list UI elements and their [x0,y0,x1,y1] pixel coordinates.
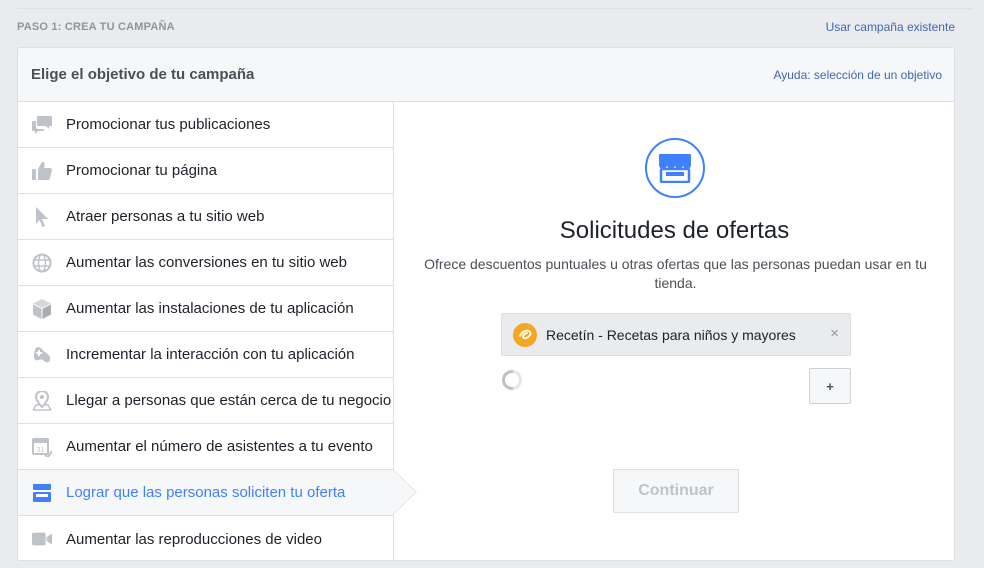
page-avatar [513,322,537,347]
objective-item-promote-page[interactable]: Promocionar tu página [18,148,393,194]
objective-label: Llegar a personas que están cerca de tu … [66,392,392,409]
objective-label: Atraer personas a tu sitio web [66,208,265,225]
objective-detail-description: Ofrece descuentos puntuales u otras ofer… [424,256,927,291]
svg-text:31: 31 [37,447,45,454]
objective-item-boost-posts[interactable]: Promocionar tus publicaciones [18,102,393,148]
storefront-icon [645,138,705,198]
objective-item-local-awareness[interactable]: Llegar a personas que están cerca de tu … [18,378,393,424]
globe-icon [32,253,52,273]
objective-item-event-responses[interactable]: 31 Aumentar el número de asistentes a tu… [18,424,393,470]
objective-item-website-traffic[interactable]: Atraer personas a tu sitio web [18,194,393,240]
objective-label: Aumentar las conversiones en tu sitio we… [66,254,347,271]
objective-label: Promocionar tus publicaciones [66,116,271,133]
objective-list: Promocionar tus publicaciones Promociona… [18,102,394,560]
objective-item-app-engagement[interactable]: Incrementar la interacción con tu aplica… [18,332,393,378]
objective-item-website-conversions[interactable]: Aumentar las conversiones en tu sitio we… [18,240,393,286]
selected-page-name: Recetín - Recetas para niños y mayores [546,326,796,343]
card-title: Elige el objetivo de tu campaña [31,66,255,83]
card-header: Elige el objetivo de tu campaña Ayuda: s… [18,48,954,102]
gamepad-icon [32,345,52,365]
objective-item-app-installs[interactable]: Aumentar las instalaciones de tu aplicac… [18,286,393,332]
help-objective-link[interactable]: Ayuda: selección de un objetivo [773,68,942,82]
objective-card: Elige el objetivo de tu campaña Ayuda: s… [17,47,955,561]
objective-label: Aumentar las instalaciones de tu aplicac… [66,300,354,317]
continue-button[interactable]: Continuar [613,469,739,513]
calendar-icon: 31 [32,437,52,457]
selected-page-token[interactable]: Recetín - Recetas para niños y mayores × [501,313,851,356]
objective-item-offer-claims[interactable]: Lograr que las personas soliciten tu ofe… [18,470,393,516]
objective-label: Promocionar tu página [66,162,217,179]
card-body: Promocionar tus publicaciones Promociona… [18,102,954,560]
speech-bubbles-icon [32,115,52,135]
objective-label: Aumentar el número de asistentes a tu ev… [66,438,373,455]
loading-spinner-icon [501,369,523,391]
top-divider [17,8,972,9]
objective-label: Aumentar las reproducciones de video [66,530,322,548]
step-label: PASO 1: CREA TU CAMPAÑA [17,21,175,33]
box-icon [32,298,52,319]
location-pin-icon [32,390,52,411]
video-camera-icon [32,529,52,549]
objective-label: Lograr que las personas soliciten tu ofe… [66,484,346,501]
objective-label: Incrementar la interacción con tu aplica… [66,346,355,363]
storefront-icon [32,483,52,503]
objective-detail-title: Solicitudes de ofertas [559,217,790,244]
objective-item-video-views[interactable]: Aumentar las reproducciones de video [18,516,393,560]
objective-detail-panel: Solicitudes de ofertas Ofrece descuentos… [395,102,954,560]
remove-page-icon[interactable]: × [830,325,839,342]
use-existing-campaign-link[interactable]: Usar campaña existente [826,20,955,34]
cursor-icon [32,206,52,227]
thumbs-up-icon [32,161,52,181]
add-page-button[interactable]: + [809,368,851,404]
